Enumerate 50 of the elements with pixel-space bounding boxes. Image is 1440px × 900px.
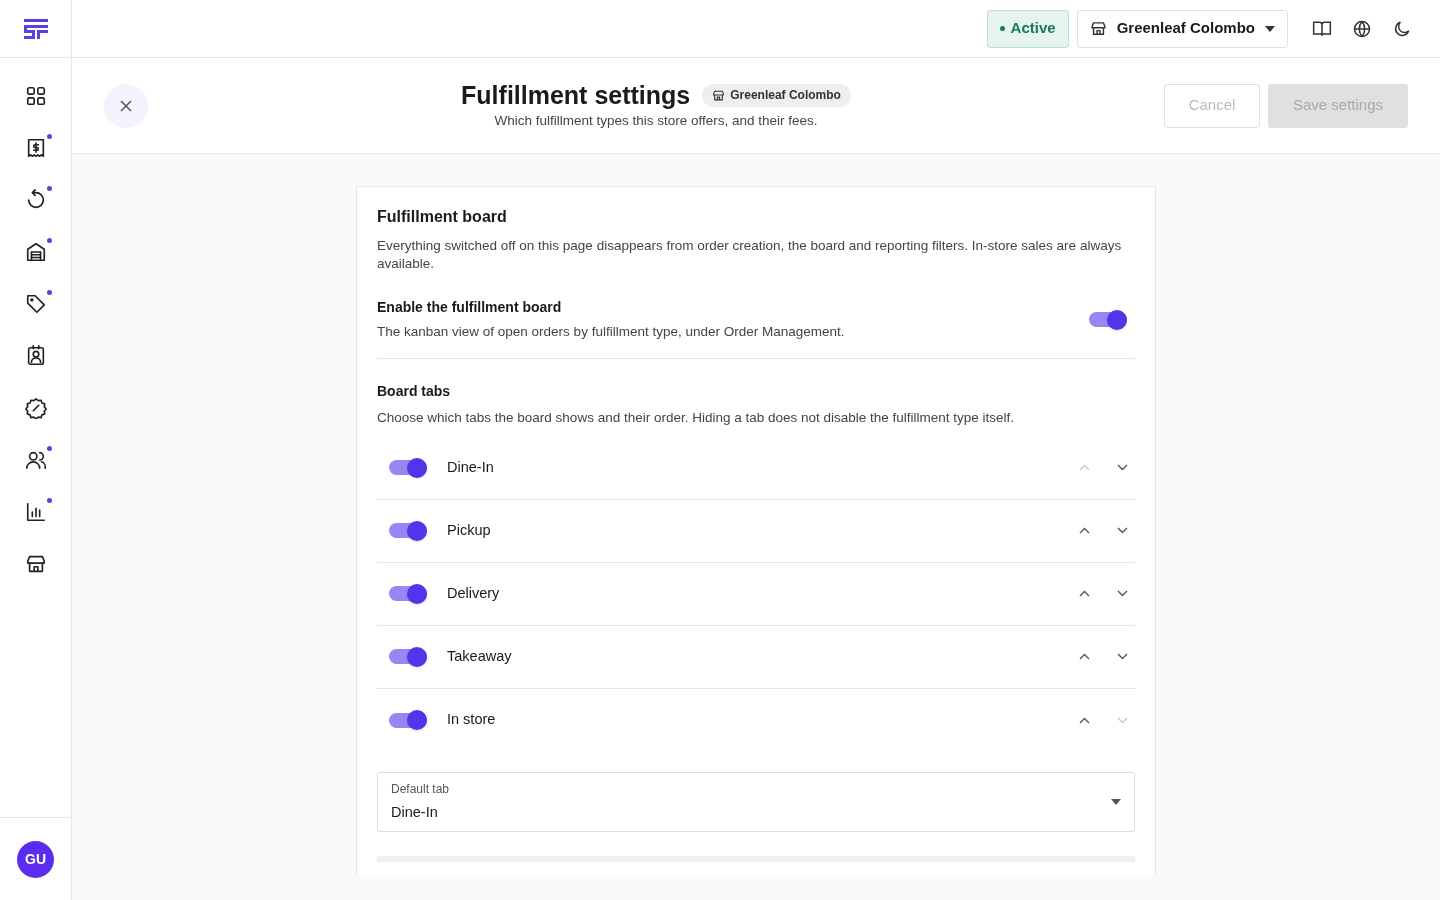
toggle-switch[interactable] — [389, 645, 427, 668]
chevron-up-icon — [1078, 464, 1090, 471]
store-select[interactable]: Greenleaf Colombo — [1076, 9, 1288, 48]
tab-label: Dine-In — [447, 457, 495, 477]
chevron-down-icon — [1116, 527, 1128, 534]
tab-label: Pickup — [447, 520, 492, 540]
status-label: Active — [1010, 18, 1056, 39]
garage-icon — [24, 241, 47, 263]
setting-label: Enable the fulfillment board — [377, 298, 563, 317]
toggle-switch[interactable] — [389, 456, 427, 479]
toggle-switch[interactable] — [389, 519, 427, 542]
section-description: Everything switched off on this page disappears from order creation, the board and reporting filters. In-store sales are always available. — [377, 237, 1123, 273]
page-subtitle: Which fulfillment types this store offers, and their fees. — [494, 112, 818, 131]
chevron-up-icon — [1078, 527, 1090, 534]
setting-description: The kanban view of open orders by fulfillment type, under Order Management. — [377, 323, 846, 341]
store-icon — [712, 88, 726, 102]
close-button[interactable] — [104, 83, 148, 128]
tag-icon — [24, 293, 47, 315]
page-title: Fulfillment settings — [461, 80, 691, 112]
default-tab-select[interactable]: Default tab Dine-In — [377, 771, 1135, 832]
store-icon — [1089, 20, 1107, 37]
store-chip: Greenleaf Colombo — [702, 83, 851, 107]
dashboard-icon — [24, 85, 47, 107]
chevron-up-icon — [1078, 716, 1090, 724]
section-title: Board tabs — [377, 382, 452, 402]
toggle-switch[interactable] — [389, 709, 427, 731]
store-icon — [24, 553, 47, 575]
caret-icon — [1111, 798, 1121, 805]
discount-icon — [24, 397, 47, 419]
user-avatar[interactable]: GU — [17, 840, 54, 878]
caret-icon — [1265, 25, 1275, 32]
globe-icon[interactable] — [1352, 18, 1372, 39]
close-icon — [120, 99, 132, 112]
users-icon — [24, 449, 47, 471]
toggle-switch[interactable] — [389, 582, 427, 605]
chevron-up-icon — [1078, 590, 1090, 597]
section-description: Choose which tabs the board shows and their order. Hiding a tab does not disable the fulfillment type itself. — [377, 409, 1016, 428]
tab-label: Delivery — [447, 583, 501, 603]
chevron-down-icon — [1116, 590, 1128, 597]
tab-label: Takeaway — [447, 646, 513, 666]
chart-icon — [24, 501, 47, 523]
chevron-up-icon — [1078, 653, 1090, 660]
chevron-down-icon — [1116, 653, 1128, 660]
chevron-down-icon — [1116, 464, 1128, 471]
toggle-switch[interactable] — [1089, 308, 1127, 331]
section-title: Fulfillment board — [377, 207, 508, 227]
logo-icon — [23, 18, 48, 39]
nav-item[interactable] — [23, 396, 48, 420]
tab-label: In store — [447, 710, 497, 730]
chevron-down-icon — [1116, 716, 1128, 724]
